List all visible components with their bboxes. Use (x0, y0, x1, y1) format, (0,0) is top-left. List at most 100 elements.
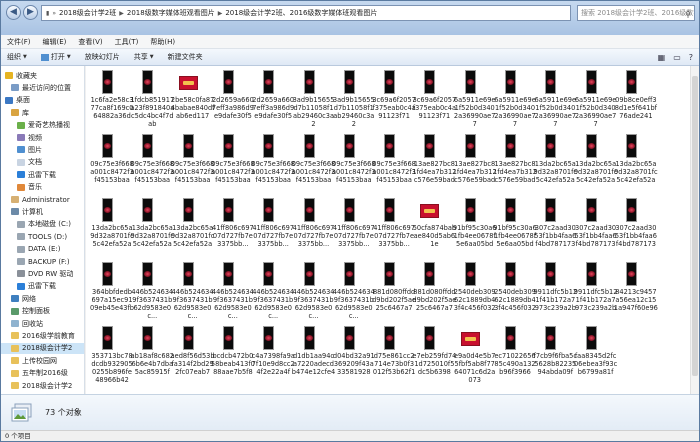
file-item[interactable]: 13da2bc65a9d32a8701fc5c42efa52a (614, 130, 658, 198)
file-item[interactable]: f7cb9f6fba5c5628b8223594abda09f (534, 322, 577, 390)
sidebar-item[interactable]: 桌面 (1, 95, 84, 106)
sidebar-item[interactable]: 上传校园网 (1, 355, 84, 366)
sidebar-item[interactable]: 迅雷下载 (1, 281, 84, 292)
menu-edit[interactable]: 编辑(E) (43, 37, 67, 47)
file-item[interactable]: 09b8ce0eff38d1e5f641bf76ade241 (615, 66, 657, 134)
file-item[interactable]: 13da2bc65a9d32a8701fc5c42efa52a (534, 130, 577, 198)
sidebar-item[interactable]: 回收站 (1, 318, 84, 329)
sidebar-item[interactable]: TOOLS (D:) (1, 231, 84, 242)
file-item[interactable]: 307c2aad3053f1bb4faa6f4bd787173 (615, 194, 657, 262)
file-item[interactable]: 13da2bc65a9d32a8701fc5c42efa52a (131, 194, 174, 262)
address-bar[interactable]: ▮ » 2018级会计学2班 ▶ 2018级数字媒体班观看图片 ▶ 2018级会… (41, 5, 571, 21)
file-item[interactable]: 91bf95c30a61fb4ee0678f5e6aa05bd (453, 194, 496, 262)
new-folder-button[interactable]: 新建文件夹 (168, 52, 203, 62)
file-item[interactable]: ec7102265685c490a132b96f3966 (494, 322, 536, 390)
search-input[interactable]: 搜索 2018级会计学2班、2016级数字媒... ⚲ (577, 5, 695, 21)
sidebar-item[interactable]: 收藏夹 (1, 70, 84, 81)
file-item[interactable]: d75e861cc2714e73b0f3012f53b62f1 (373, 322, 415, 390)
organize-button[interactable]: 组织 ▼ (7, 52, 27, 62)
file-item[interactable]: 881d080ffddd9bd202f5ae25c6467a7 (412, 258, 456, 326)
file-item[interactable]: 09c75e3f668a001c8472f3f45153baa (372, 130, 416, 198)
sidebar-item[interactable]: 图片 (1, 144, 84, 155)
scrollbar-thumb[interactable] (692, 76, 698, 376)
view-options-icon[interactable]: ▦ (658, 53, 666, 62)
file-item[interactable]: 6a5911e69e1f52b0d3402a36990ae77 (535, 66, 576, 134)
file-item[interactable]: 84213c9457a56ea12c151a947f60e96 (614, 258, 658, 326)
sidebar-item[interactable]: 最近访问的位置 (1, 82, 84, 93)
file-item[interactable]: 09c75e3f668a001c8472f3f45153baa (332, 130, 376, 198)
file-item[interactable]: 2d2659a6607eff3a986d9e9dafe30f5 (212, 66, 254, 134)
file-item[interactable]: 2d2659a6607eff3a986d9e9dafe30f5 (252, 66, 294, 134)
file-item[interactable]: 446b5246349f3637431b62d9583e0c... (131, 258, 173, 326)
file-item[interactable]: 09c75e3f668a001c8472f3f45153baa (292, 130, 335, 198)
file-item[interactable]: c4a7398fa9a7f10e9d8cc24f2e22a4f (252, 322, 295, 390)
file-item[interactable]: aed8f56d53bfa314f2bd292fc07eab7 (171, 322, 215, 390)
file-item[interactable]: 364bbfdedb697a15ec9109eb45e43fb (90, 258, 134, 326)
file-item[interactable]: 09c75e3f668a001c8472f3f45153baa (171, 130, 214, 198)
sidebar-item[interactable]: 五年制2016级 (1, 368, 84, 379)
file-item[interactable]: d1db1aa94ca7220adecdb474e12cfe4 (292, 322, 335, 390)
file-item[interactable]: 881d080ffddd9bd202f5ae25c6467a7 (372, 258, 416, 326)
back-button[interactable]: ◀ (6, 5, 21, 20)
file-item[interactable]: 13ae827bc81fd4ea7b312c576e59bad (453, 130, 497, 198)
file-item[interactable]: 09c75e3f668a001c8472f3f45153baa (131, 130, 174, 198)
file-item[interactable]: 9911dfc5b121f41b172a7973c239a2b (533, 258, 577, 326)
sidebar-item[interactable]: DVD RW 驱动 (1, 268, 84, 279)
file-item[interactable]: 6a5911e69e1f52b0d3402a36990ae77 (494, 66, 536, 134)
sidebar-item[interactable]: 爱奇艺热播视 (1, 120, 84, 131)
menu-tools[interactable]: 工具(T) (115, 37, 139, 47)
open-button[interactable]: 打开 ▼ (40, 52, 71, 62)
sidebar-item[interactable]: 2018级会计学2 (1, 342, 84, 354)
file-item[interactable]: 09c75e3f668a001c8472f3f45153baa (90, 130, 134, 198)
sidebar-item[interactable]: 2016级学前教育 (1, 330, 84, 341)
menu-help[interactable]: 帮助(H) (150, 37, 175, 47)
file-item[interactable]: 2540deb30962c1889db43f4c456f032 (454, 258, 496, 326)
sidebar-item[interactable]: Administrator (1, 194, 84, 205)
file-item[interactable]: 1c6fa2e58c377ca8f169c064882a36d (91, 66, 133, 134)
file-item[interactable]: 3c69a6f2057f375eab0c4a91123f71 (413, 66, 456, 134)
sidebar-item[interactable]: 迅雷下载 (1, 169, 84, 180)
file-item[interactable]: 41ff806c69707d727fb7e3375bb... (333, 194, 375, 262)
help-icon[interactable]: ? (689, 53, 693, 62)
file-item[interactable]: 6a5911e69e1f52b0d3402a36990ae77 (454, 66, 495, 134)
file-item[interactable]: 6a5911e69e1f52b0d3402a36990ae77 (575, 66, 616, 134)
sidebar-item[interactable]: 计算机 (1, 206, 84, 217)
file-item[interactable]: 13da2bc65a9d32a8701fc5c42efa52a (574, 130, 617, 198)
file-item[interactable]: 1fdcb851917a23f891840ac5dc4bc4f7dab (130, 66, 174, 134)
breadcrumb-segment[interactable]: 2018级会计学2班、2016级数字媒体班观看图片 (225, 8, 377, 18)
file-item[interactable]: 446b5246349f3637431b62d9583e0c... (293, 258, 334, 326)
forward-button[interactable]: ▶ (23, 5, 38, 20)
file-item[interactable]: faa8345d2fc06ebea3f93cb6799a81f (574, 322, 617, 390)
menu-view[interactable]: 查看(V) (78, 37, 102, 47)
sidebar-item[interactable]: 本地磁盘 (C:) (1, 219, 84, 230)
share-button[interactable]: 共享 ▼ (134, 52, 154, 62)
file-item[interactable]: 9911dfc5b121f41b172a7973c239a2b (574, 258, 617, 326)
file-item[interactable]: ab18af8c6826b6e4b7dba5ac85915f (131, 322, 174, 390)
file-item[interactable]: 3ad9b15655d7b11058f1ab29460c3a2 (293, 66, 334, 134)
sidebar-item[interactable]: BACKUP (F:) (1, 256, 84, 267)
file-item[interactable]: 41ff806c69707d727fb7e3375bb... (373, 194, 415, 262)
file-item[interactable]: 91bf95c30a61fb4ee0678f5e6aa05bd (493, 194, 537, 262)
file-item[interactable]: 307c2aad3053f1bb4faa6f4bd787173 (575, 194, 617, 262)
sidebar-item[interactable]: DATA (E:) (1, 244, 84, 255)
sidebar-item[interactable]: 2018级会计学2 (1, 380, 84, 391)
breadcrumb-segment[interactable]: 2018级会计学2班 (59, 8, 116, 18)
file-item[interactable]: d04bd32a91369209f43a33581928 (333, 322, 375, 390)
slideshow-button[interactable]: 放映幻灯片 (85, 52, 120, 62)
file-item[interactable]: 13da2bc65a9d32a8701fc5c42efa52a (90, 194, 134, 262)
sidebar-item[interactable]: 库 (1, 107, 84, 118)
preview-pane-icon[interactable]: ▭ (673, 53, 681, 62)
file-item[interactable]: 446b5246349f3637431b62d9583e0c... (212, 258, 254, 326)
file-item[interactable]: 41ff806c69707d727fb7e3375bb... (293, 194, 334, 262)
sidebar-item[interactable]: 网络 (1, 293, 84, 304)
file-item[interactable]: 2be58c0fa874babae840dfab6ed117 (171, 66, 214, 134)
file-item[interactable]: 3c69a6f2057f375eab0c4a91123f71 (372, 66, 416, 134)
file-item[interactable]: 50cfa874babae840d5ab61e (413, 194, 456, 262)
breadcrumb-segment[interactable]: 2018级数字媒体班观看图片 (127, 8, 215, 18)
file-item[interactable]: 13ae827bc81fd4ea7b312c576e59bad (412, 130, 456, 198)
file-item[interactable]: bcdcb472b058beab413f088aae7b5f8 (211, 322, 255, 390)
file-item[interactable]: e7eb259fd741d725010f5dc5b6398 (412, 322, 456, 390)
sidebar-item[interactable]: 音乐 (1, 182, 84, 193)
file-item[interactable]: 13ae827bc81fd4ea7b312c576e59bad (493, 130, 537, 198)
file-item[interactable]: 446b5246349f3637431b62d9583e0c... (172, 258, 214, 326)
